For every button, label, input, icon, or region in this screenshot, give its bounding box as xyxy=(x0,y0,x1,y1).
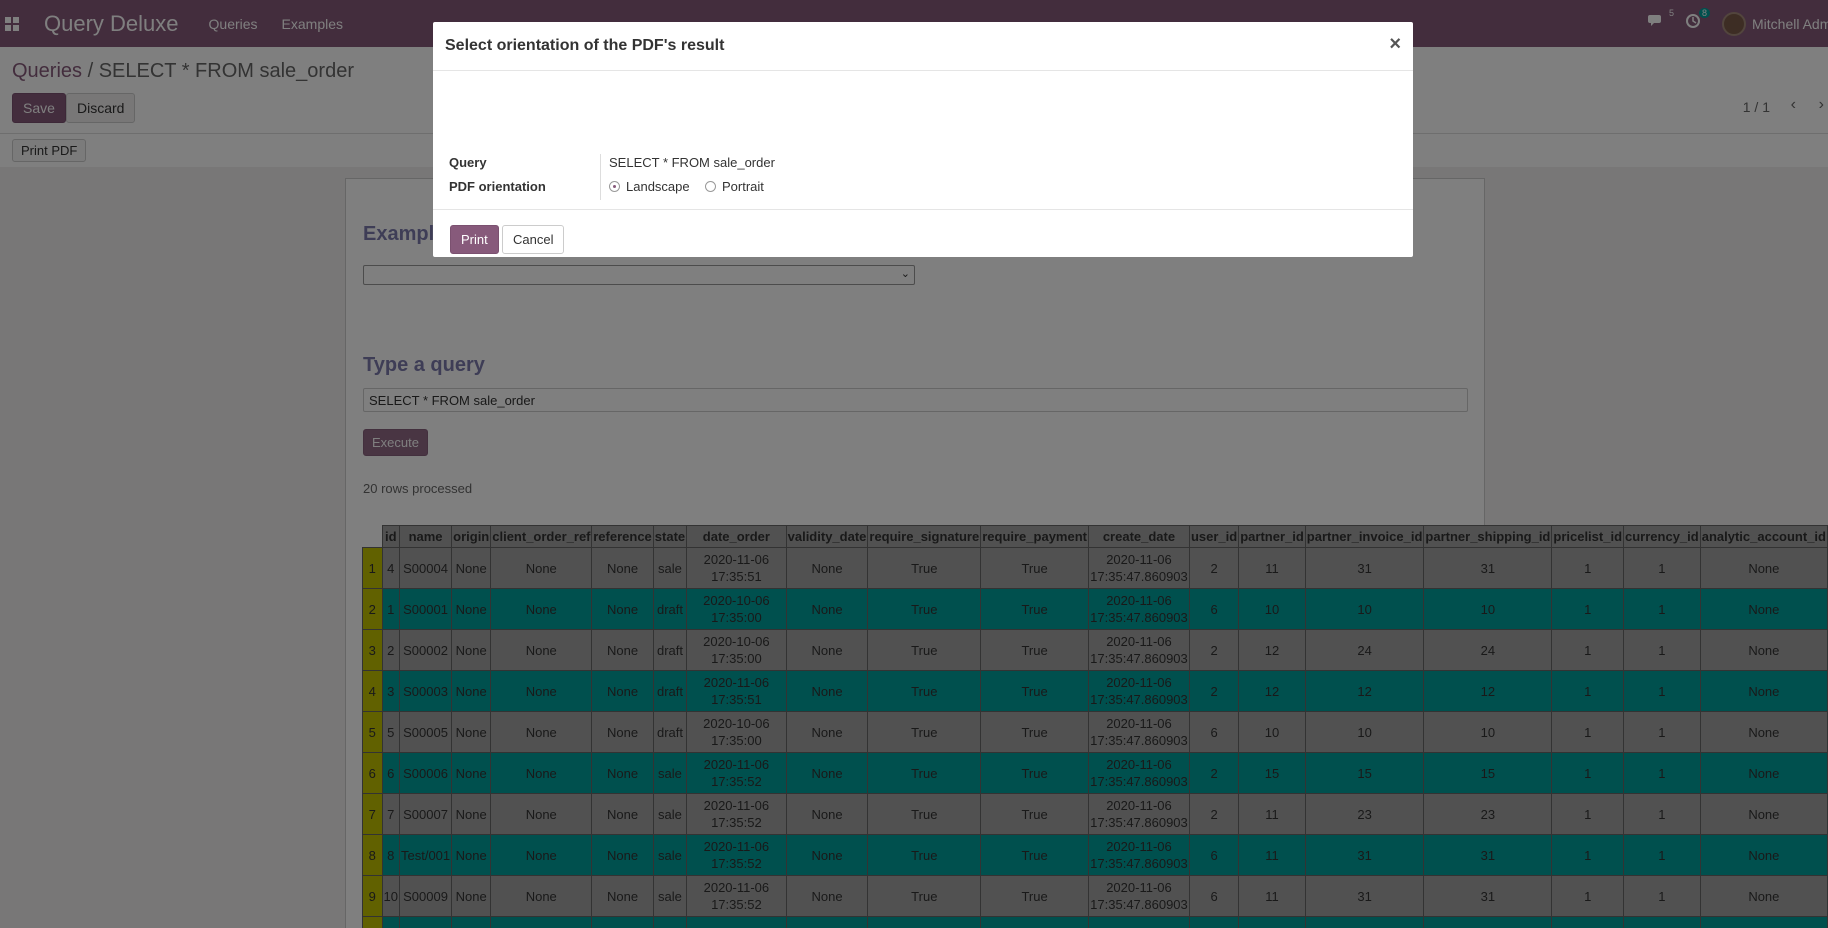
modal-header: Select orientation of the PDF's result × xyxy=(433,22,1413,71)
radio-landscape[interactable]: Landscape xyxy=(609,179,690,194)
radio-checked-icon[interactable] xyxy=(609,181,620,192)
modal-footer: Print Cancel xyxy=(433,210,1413,256)
radio-portrait[interactable]: Portrait xyxy=(705,179,764,194)
print-button[interactable]: Print xyxy=(450,225,499,254)
modal-body: Query SELECT * FROM sale_order PDF orien… xyxy=(433,71,1413,210)
modal-title: Select orientation of the PDF's result xyxy=(445,37,725,54)
query-label: Query xyxy=(449,155,487,170)
pdf-orientation-label: PDF orientation xyxy=(449,179,546,194)
close-icon[interactable]: × xyxy=(1389,33,1401,56)
query-value: SELECT * FROM sale_order xyxy=(609,155,775,170)
radio-landscape-label[interactable]: Landscape xyxy=(626,179,690,194)
radio-unchecked-icon[interactable] xyxy=(705,181,716,192)
field-divider xyxy=(600,154,601,200)
pdf-orientation-dialog: Select orientation of the PDF's result ×… xyxy=(433,22,1413,257)
radio-portrait-label[interactable]: Portrait xyxy=(722,179,764,194)
cancel-button[interactable]: Cancel xyxy=(502,225,565,254)
